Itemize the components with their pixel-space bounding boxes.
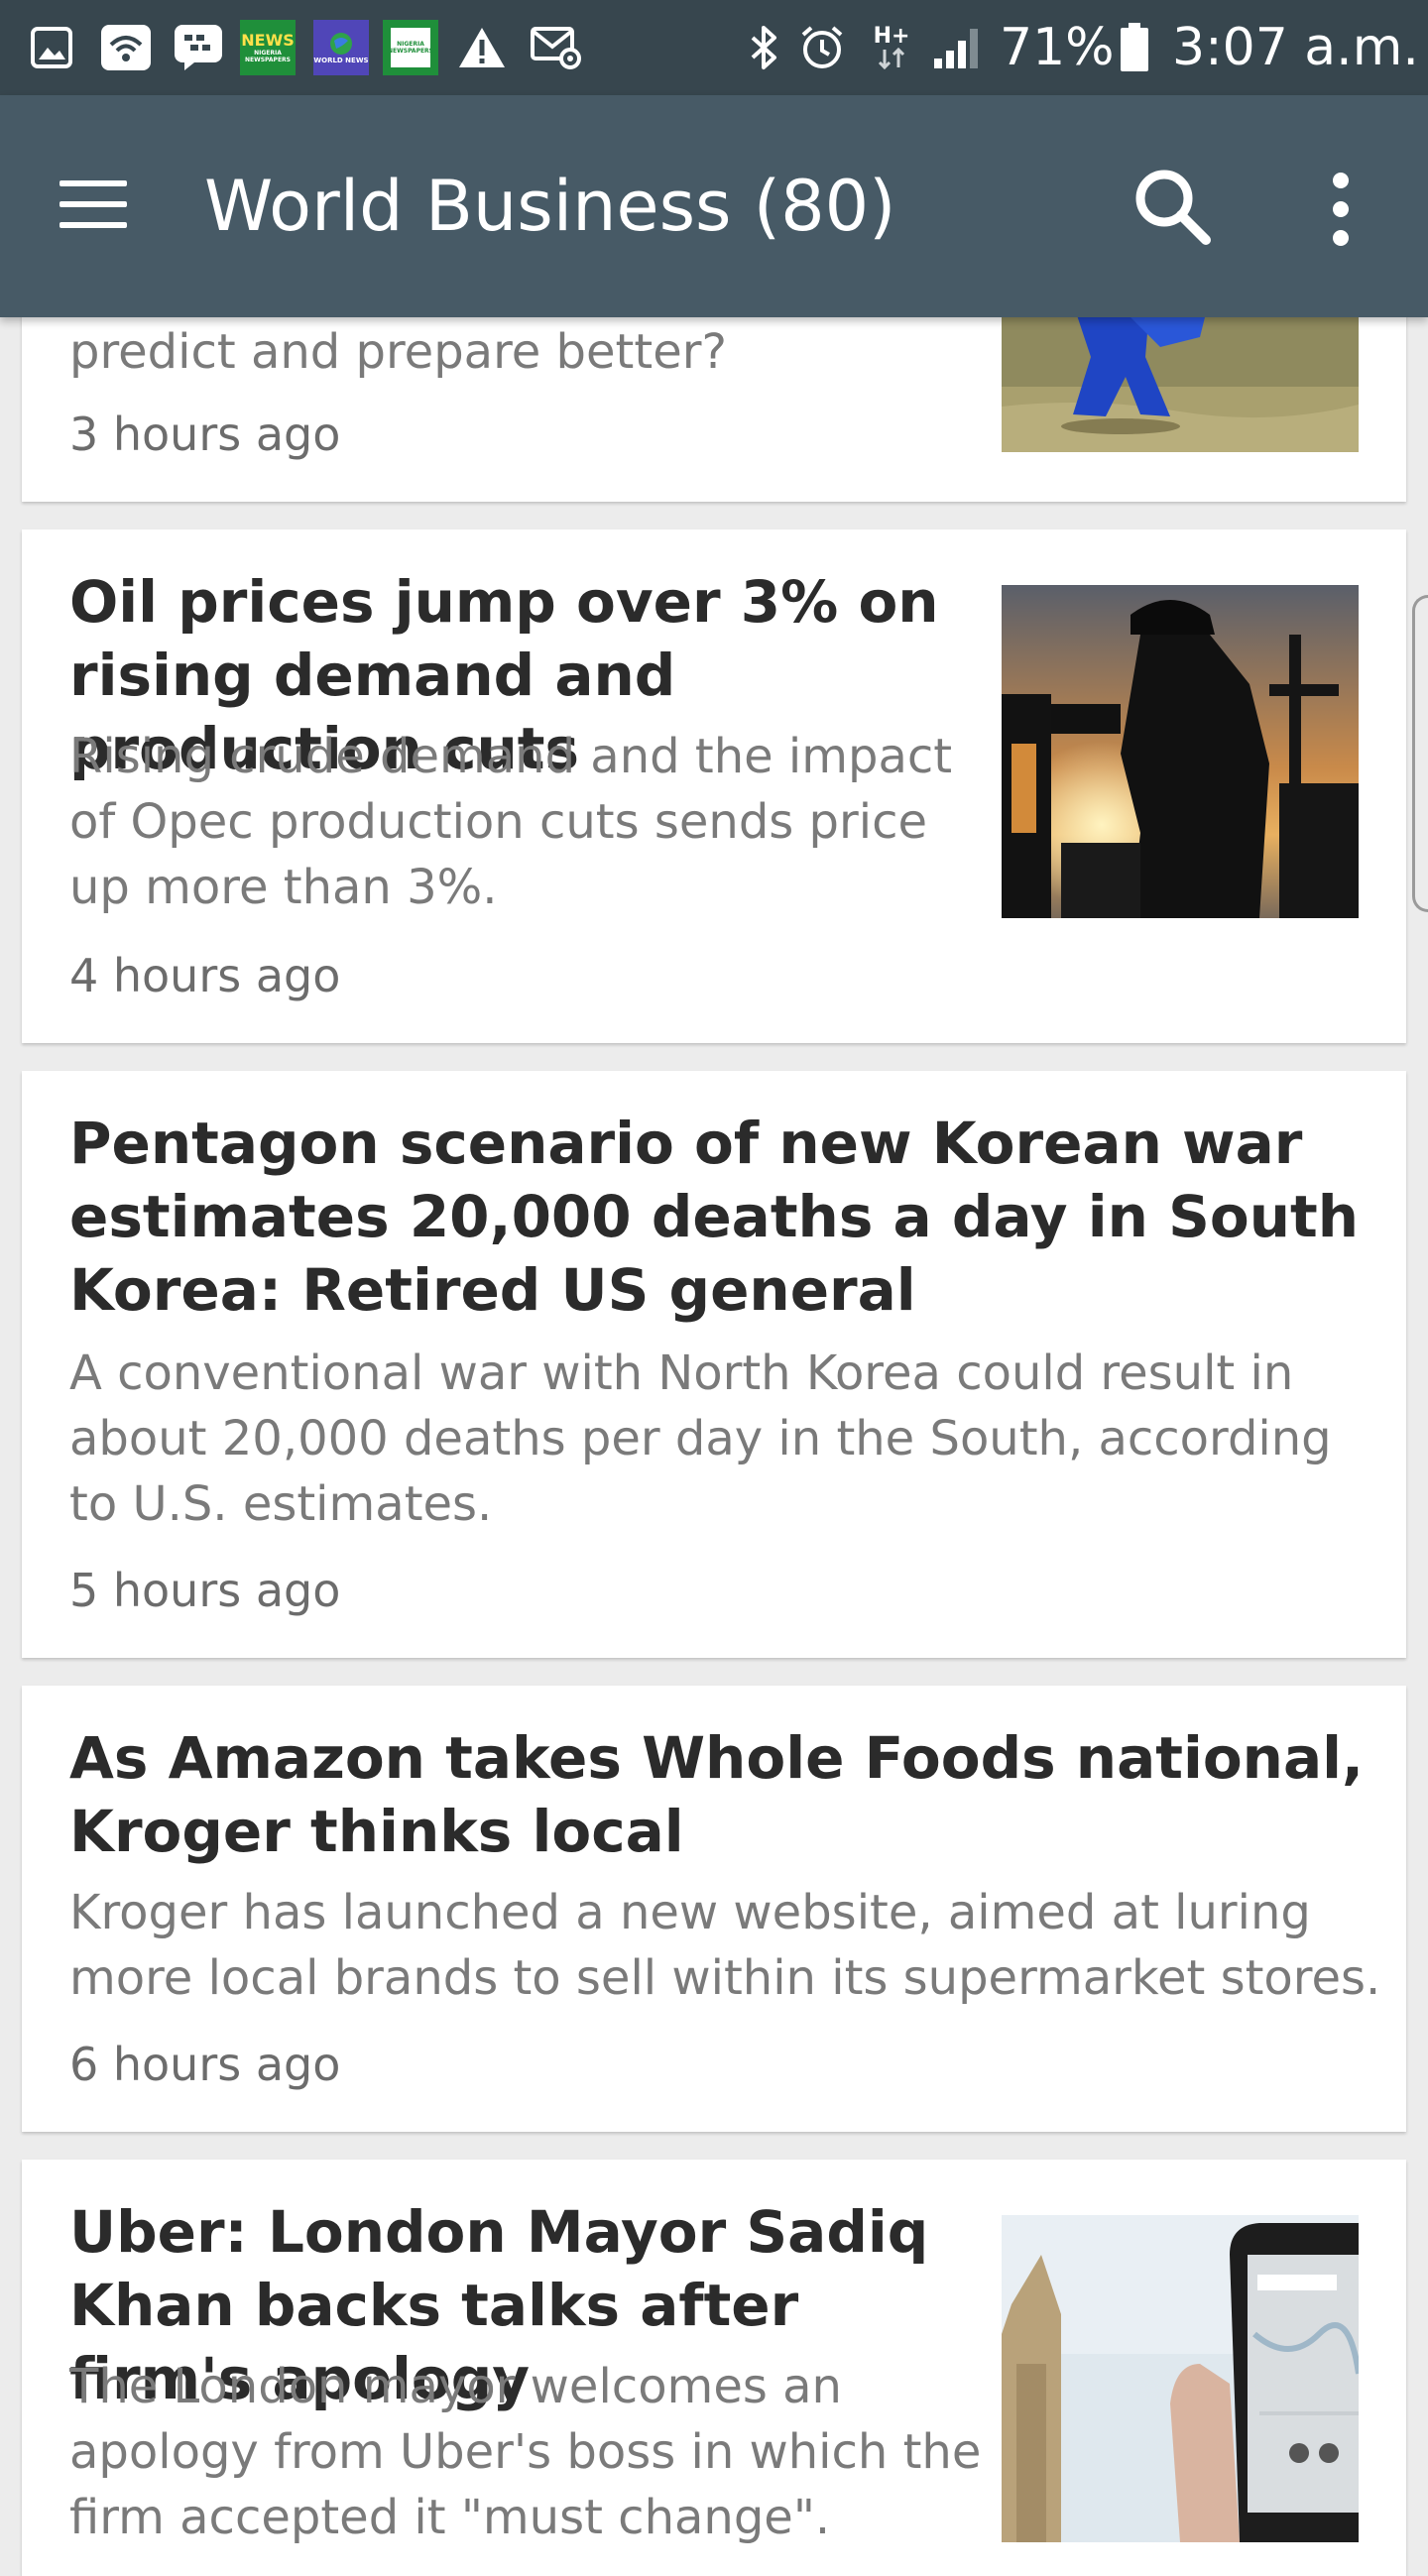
article-thumbnail [1002,297,1359,452]
world-news-app-icon: WORLD NEWS [313,20,369,75]
article-card[interactable]: Uber: London Mayor Sadiq Khan backs talk… [22,2160,1406,2576]
app-toolbar: World Business (80) [0,95,1428,317]
warning-icon [456,22,508,73]
article-time: 3 hours ago [69,408,341,461]
more-options-icon[interactable] [1311,165,1370,254]
page-title: World Business (80) [204,166,896,247]
battery-icon [1117,22,1152,73]
messenger-icon [173,22,224,73]
article-summary: Rising crude demand and the impact of Op… [69,729,953,915]
hamburger-menu-icon[interactable] [56,175,131,234]
signal-strength-icon [928,22,986,73]
scroll-handle[interactable] [1412,595,1428,912]
article-time: 4 hours ago [69,949,341,1002]
nigeria-newspapers-app-icon: NIGERIA NEWSPAPERS [383,20,438,75]
gallery-icon [28,22,75,73]
article-card[interactable]: Pentagon scenario of new Korean war esti… [22,1071,1406,1658]
alarm-icon [797,22,847,73]
article-time: 6 hours ago [69,2038,341,2091]
article-thumbnail [1002,2215,1359,2542]
article-thumbnail [1002,585,1359,918]
news-app-icon: NEWS NIGERIA NEWSPAPERS [240,20,296,75]
mail-settings-icon [530,22,585,73]
article-card[interactable]: As Amazon takes Whole Foods national, Kr… [22,1686,1406,2132]
clock: 3:07 a.m. [1172,18,1419,77]
bluetooth-icon [746,22,781,73]
search-icon[interactable] [1129,163,1218,252]
article-title: Pentagon scenario of new Korean war esti… [69,1110,1360,1324]
article-summary: Kroger has launched a new website, aimed… [69,1885,1381,2006]
network-type-indicator: H+ [869,22,914,73]
wifi-icon [99,22,153,73]
article-time: 5 hours ago [69,1564,341,1617]
article-summary: predict and prepare better? [69,324,727,380]
article-summary: The London mayor welcomes an apology fro… [69,2359,982,2545]
status-bar: NEWS NIGERIA NEWSPAPERS WORLD NEWS NIGER… [0,0,1428,95]
article-summary: A conventional war with North Korea coul… [69,1346,1332,1532]
article-title: As Amazon takes Whole Foods national, Kr… [69,1724,1365,1865]
article-card[interactable]: Oil prices jump over 3% on rising demand… [22,529,1406,1043]
battery-percent: 71% [1000,18,1115,77]
